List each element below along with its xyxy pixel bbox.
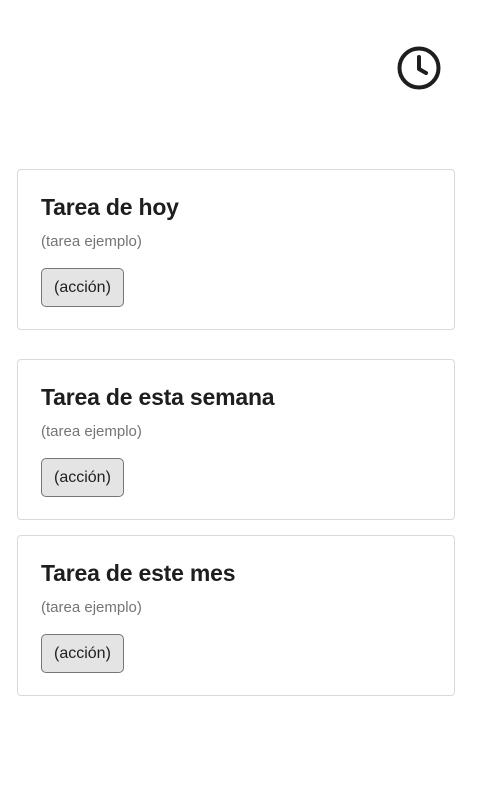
task-subtitle: (tarea ejemplo) <box>41 599 142 616</box>
task-card-month: Tarea de este mes (tarea ejemplo) (acció… <box>17 535 455 696</box>
task-action-button[interactable]: (acción) <box>41 268 124 307</box>
task-subtitle: (tarea ejemplo) <box>41 233 142 250</box>
task-action-button[interactable]: (acción) <box>41 458 124 497</box>
clock-button[interactable] <box>396 45 442 91</box>
task-card-today: Tarea de hoy (tarea ejemplo) (acción) <box>17 169 455 330</box>
task-title: Tarea de hoy <box>41 194 179 220</box>
task-card-week: Tarea de esta semana (tarea ejemplo) (ac… <box>17 359 455 520</box>
task-subtitle: (tarea ejemplo) <box>41 423 142 440</box>
clock-icon <box>397 46 441 90</box>
task-title: Tarea de este mes <box>41 560 236 586</box>
task-title: Tarea de esta semana <box>41 384 275 410</box>
task-action-button[interactable]: (acción) <box>41 634 124 673</box>
